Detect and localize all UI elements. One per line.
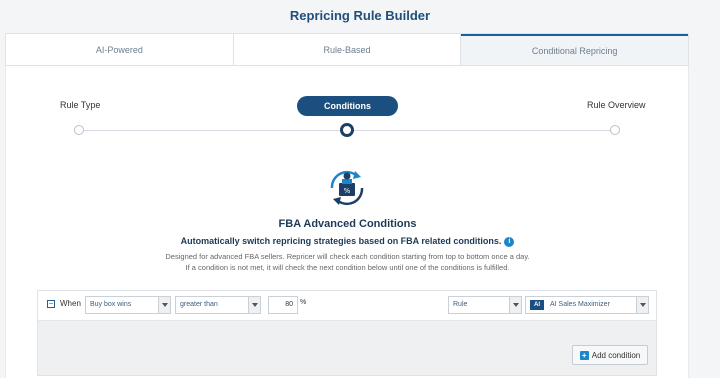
fba-subtitle: Automatically switch repricing strategie… bbox=[0, 236, 695, 247]
add-condition-button[interactable]: + Add condition bbox=[572, 345, 648, 365]
metric-select[interactable]: Buy box wins bbox=[85, 296, 171, 314]
operator-select-value: greater than bbox=[180, 301, 218, 308]
step-rule-overview-label[interactable]: Rule Overview bbox=[587, 100, 646, 110]
step-conditions-dot[interactable] bbox=[340, 123, 354, 137]
page-title: Repricing Rule Builder bbox=[289, 8, 431, 23]
action-type-select[interactable]: Rule bbox=[448, 296, 522, 314]
unit-label: % bbox=[300, 299, 307, 306]
metric-select-value: Buy box wins bbox=[90, 301, 132, 308]
plus-icon: + bbox=[579, 350, 589, 360]
fba-description-line2: If a condition is not met, it will check… bbox=[185, 263, 510, 272]
condition-row: − When Buy box wins greater than 80 % Ru… bbox=[38, 291, 656, 321]
step-conditions-pill[interactable]: Conditions bbox=[297, 96, 398, 116]
svg-text:%: % bbox=[344, 187, 351, 195]
fba-subtitle-text: Automatically switch repricing strategie… bbox=[180, 236, 502, 246]
step-rule-type-dot[interactable] bbox=[74, 125, 84, 135]
collapse-icon[interactable]: − bbox=[47, 300, 55, 308]
chevron-down-icon bbox=[158, 297, 170, 313]
fba-title: FBA Advanced Conditions bbox=[278, 218, 417, 230]
strategy-value: AI Sales Maximizer bbox=[550, 301, 610, 308]
tab-conditional-repricing[interactable]: Conditional Repricing bbox=[461, 34, 689, 65]
step-rule-type-label[interactable]: Rule Type bbox=[60, 100, 100, 110]
operator-select[interactable]: greater than bbox=[175, 296, 261, 314]
chevron-down-icon bbox=[509, 297, 521, 313]
add-condition-label: Add condition bbox=[591, 350, 641, 360]
threshold-input[interactable]: 80 bbox=[268, 296, 298, 314]
tab-rule-based[interactable]: Rule-Based bbox=[233, 34, 462, 65]
mode-tabs: AI-Powered Rule-Based Conditional Repric… bbox=[5, 33, 689, 66]
chevron-down-icon bbox=[248, 297, 260, 313]
strategy-select[interactable]: AI AI Sales Maximizer bbox=[525, 296, 649, 314]
fba-cycle-icon: % bbox=[330, 170, 364, 206]
when-label: When bbox=[60, 299, 81, 308]
condition-editor: − When Buy box wins greater than 80 % Ru… bbox=[37, 290, 657, 376]
tab-ai-powered[interactable]: AI-Powered bbox=[6, 34, 234, 65]
action-type-value: Rule bbox=[453, 301, 468, 308]
ai-badge-icon: AI bbox=[530, 300, 544, 310]
step-rule-overview-dot[interactable] bbox=[610, 125, 620, 135]
info-icon[interactable]: i bbox=[504, 236, 515, 247]
fba-description-line1: Designed for advanced FBA sellers. Repri… bbox=[165, 252, 530, 261]
chevron-down-icon bbox=[636, 297, 648, 313]
